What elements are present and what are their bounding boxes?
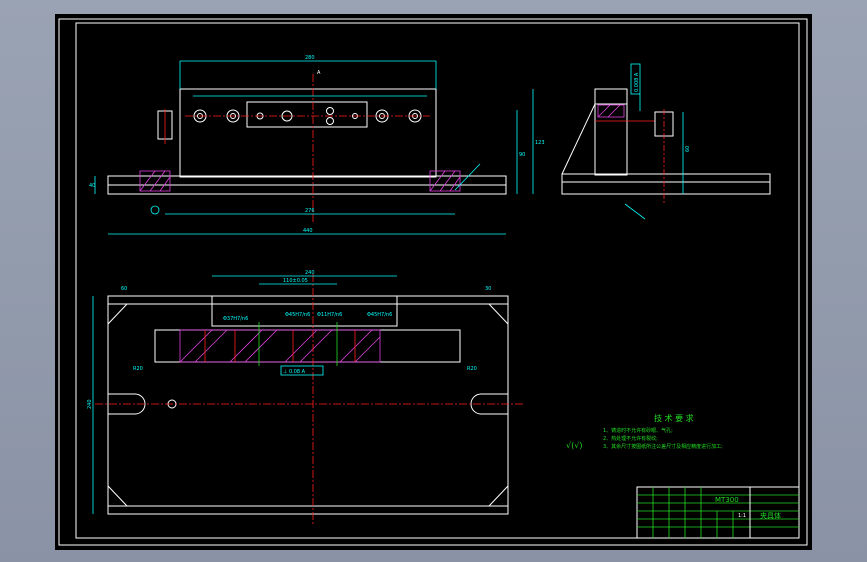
plan-fit2: Φ45H7/n6 (285, 312, 310, 318)
tech-note-3: 3、其余尺寸按图纸所注公差尺寸及相应精度进行加工; (603, 443, 723, 450)
side-dim: 60 (685, 146, 691, 152)
tech-note-1: 1、铸造时不允许有砂眼、气孔; (603, 427, 673, 434)
dim-top-width: 280 (305, 55, 315, 61)
plan-w1-dim: 60 (121, 286, 127, 292)
title-scale: 1:1 (738, 513, 746, 519)
plan-r20a: R20 (133, 366, 143, 372)
cad-viewport[interactable]: 280 440 276 40 90 123 A 0.008 A 60 240 1… (55, 14, 812, 550)
plan-height-dim: 240 (87, 399, 93, 409)
plan-tol-box: ⊥ 0.08 A (283, 369, 306, 375)
plan-fit4: Φ45H7/n6 (367, 312, 392, 318)
section-a-label: A (317, 70, 321, 76)
plan-r20b: R20 (467, 366, 477, 372)
front-view: 280 440 276 40 90 123 A (89, 55, 545, 235)
front-hatch-left (139, 170, 171, 192)
side-view: 0.008 A 60 (561, 63, 771, 220)
outer-frame (58, 18, 808, 546)
front-hatch-right (429, 170, 461, 192)
dim-right-h2: 123 (535, 140, 545, 146)
roughness-symbol: √(√) (566, 441, 582, 450)
dim-right-h1: 90 (519, 152, 525, 158)
plan-view: 240 110±0.05 240 60 30 Φ37H7/n6 Φ45H7/n6… (87, 270, 525, 524)
dim-left-height: 40 (89, 183, 95, 189)
plan-fit3: Φ11H7/n6 (317, 312, 342, 318)
dim-full-width: 440 (303, 228, 313, 234)
plan-top-dim: 240 (305, 270, 315, 276)
plan-w2-dim: 30 (485, 286, 491, 292)
tech-requirements: 技 术 要 求 1、铸造时不允许有砂眼、气孔; 2、热处理不允许有裂纹; 3、其… (566, 413, 723, 450)
title-drawing-no: MT300 (715, 496, 739, 504)
tech-title: 技 术 要 求 (654, 413, 694, 423)
drawing-canvas: 280 440 276 40 90 123 A 0.008 A 60 240 1… (58, 18, 808, 546)
tech-note-2: 2、热处理不允许有裂纹; (603, 435, 658, 442)
side-tol: 0.008 A (634, 72, 640, 92)
title-block: MT300 夹具体 1:1 (636, 486, 800, 539)
inner-frame (75, 22, 800, 539)
plan-tol-dim: 110±0.05 (283, 278, 308, 284)
dim-span-276: 276 (305, 208, 315, 214)
plan-fit1: Φ37H7/n6 (223, 316, 248, 322)
title-part-name: 夹具体 (760, 511, 781, 520)
